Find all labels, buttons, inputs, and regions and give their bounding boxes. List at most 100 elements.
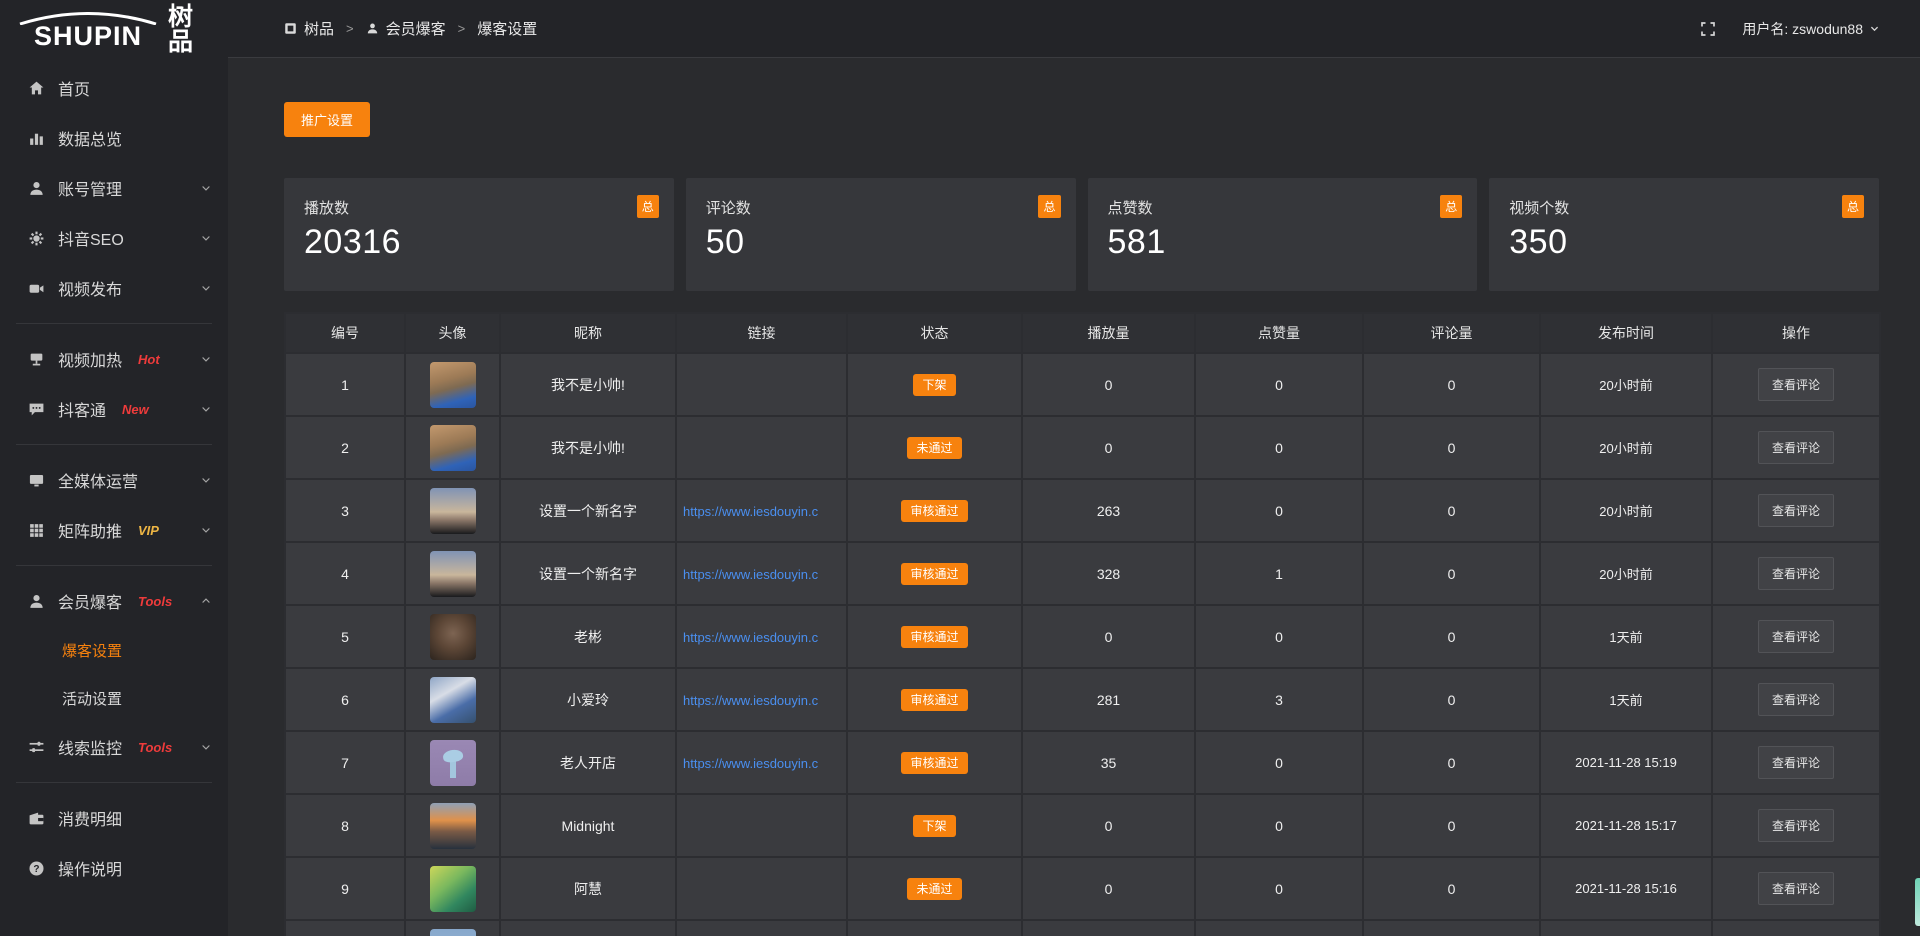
table-row-partial bbox=[285, 920, 1880, 936]
sidebar-item-operation-guide[interactable]: ? 操作说明 bbox=[0, 843, 228, 893]
cell-id: 9 bbox=[285, 857, 405, 920]
sidebar-item-lead-monitor[interactable]: 线索监控 Tools bbox=[0, 722, 228, 772]
svg-text:?: ? bbox=[33, 863, 39, 874]
cell-plays: 328 bbox=[1022, 542, 1195, 605]
cell-id: 4 bbox=[285, 542, 405, 605]
sidebar-item-matrix-boost[interactable]: 矩阵助推 VIP bbox=[0, 505, 228, 555]
cell-comments: 0 bbox=[1363, 605, 1540, 668]
view-comments-button[interactable]: 查看评论 bbox=[1758, 368, 1834, 401]
table-row: 7 老人开店 https://www.iesdouyin.c 审核通过 35 0… bbox=[285, 731, 1880, 794]
total-badge: 总 bbox=[637, 195, 659, 218]
sidebar-item-video-publish[interactable]: 视频发布 bbox=[0, 263, 228, 313]
breadcrumb-item-member-baoke[interactable]: 会员爆客 bbox=[366, 18, 446, 39]
stat-value: 581 bbox=[1108, 223, 1458, 262]
sidebar-item-label: 消费明细 bbox=[58, 806, 122, 830]
sidebar-item-label: 操作说明 bbox=[58, 856, 122, 880]
sidebar-item-video-heat[interactable]: 视频加热 Hot bbox=[0, 334, 228, 384]
view-comments-button[interactable]: 查看评论 bbox=[1758, 557, 1834, 590]
cell-nickname: Midnight bbox=[500, 794, 676, 857]
video-link[interactable]: https://www.iesdouyin.c bbox=[683, 756, 818, 771]
col-header-actions: 操作 bbox=[1712, 313, 1880, 353]
cell-nickname bbox=[500, 920, 676, 936]
breadcrumb-item-shupin[interactable]: 树品 bbox=[284, 18, 334, 39]
promotion-settings-button[interactable]: 推广设置 bbox=[284, 102, 370, 137]
question-circle-icon: ? bbox=[26, 858, 46, 878]
view-comments-button[interactable]: 查看评论 bbox=[1758, 431, 1834, 464]
stat-cards: 播放数 20316 总 评论数 50 总 点赞数 581 总 视频个数 350 … bbox=[284, 178, 1879, 291]
sidebar-item-account-management[interactable]: 账号管理 bbox=[0, 163, 228, 213]
view-comments-button[interactable]: 查看评论 bbox=[1758, 809, 1834, 842]
status-badge: 审核通过 bbox=[901, 626, 967, 648]
sidebar-item-member-baoke[interactable]: 会员爆客 Tools bbox=[0, 576, 228, 626]
scrollbar-thumb[interactable] bbox=[1915, 878, 1920, 926]
sidebar-item-label: 视频加热 bbox=[58, 347, 122, 371]
view-comments-button[interactable]: 查看评论 bbox=[1758, 872, 1834, 905]
video-link[interactable]: https://www.iesdouyin.c bbox=[683, 567, 818, 582]
view-comments-button[interactable]: 查看评论 bbox=[1758, 746, 1834, 779]
stat-card-videos: 视频个数 350 总 bbox=[1489, 178, 1879, 291]
status-badge: 未通过 bbox=[907, 878, 961, 900]
avatar bbox=[430, 677, 476, 723]
monitor-icon bbox=[26, 470, 46, 490]
sidebar-item-media-operation[interactable]: 全媒体运营 bbox=[0, 455, 228, 505]
cell-likes: 0 bbox=[1195, 416, 1363, 479]
sidebar-subitem-baoke-settings[interactable]: 爆客设置 bbox=[0, 626, 228, 674]
cell-likes: 0 bbox=[1195, 857, 1363, 920]
table-header-row: 编号 头像 昵称 链接 状态 播放量 点赞量 评论量 发布时间 操作 bbox=[285, 313, 1880, 353]
sidebar-divider bbox=[16, 323, 212, 324]
stat-value: 350 bbox=[1509, 223, 1859, 262]
stat-card-plays: 播放数 20316 总 bbox=[284, 178, 674, 291]
table-row: 9 阿慧 未通过 0 0 0 2021-11-28 15:16 查看评论 bbox=[285, 857, 1880, 920]
chat-bubble-icon bbox=[26, 399, 46, 419]
tools-badge: Tools bbox=[138, 740, 172, 755]
view-comments-button[interactable]: 查看评论 bbox=[1758, 494, 1834, 527]
chevron-down-icon bbox=[200, 232, 212, 244]
video-link[interactable]: https://www.iesdouyin.c bbox=[683, 693, 818, 708]
cell-publish-time: 20小时前 bbox=[1540, 416, 1712, 479]
status-badge: 下架 bbox=[913, 374, 955, 396]
cell-likes: 0 bbox=[1195, 479, 1363, 542]
home-icon bbox=[26, 78, 46, 98]
status-badge: 审核通过 bbox=[901, 563, 967, 585]
col-header-likes: 点赞量 bbox=[1195, 313, 1363, 353]
sidebar-subitem-activity-settings[interactable]: 活动设置 bbox=[0, 674, 228, 722]
video-link[interactable]: https://www.iesdouyin.c bbox=[683, 630, 818, 645]
video-link[interactable]: https://www.iesdouyin.c bbox=[683, 504, 818, 519]
cell-comments: 0 bbox=[1363, 794, 1540, 857]
sidebar-item-data-overview[interactable]: 数据总览 bbox=[0, 113, 228, 163]
sidebar-item-label: 矩阵助推 bbox=[58, 518, 122, 542]
user-icon bbox=[366, 22, 379, 35]
avatar bbox=[430, 614, 476, 660]
user-menu[interactable]: 用户名: zswodun88 bbox=[1742, 19, 1880, 39]
view-comments-button[interactable]: 查看评论 bbox=[1758, 620, 1834, 653]
sidebar-item-home[interactable]: 首页 bbox=[0, 63, 228, 113]
sidebar-item-label: 视频发布 bbox=[58, 276, 122, 300]
topbar-right: 用户名: zswodun88 bbox=[1700, 19, 1880, 39]
avatar bbox=[430, 866, 476, 912]
sidebar-item-consumption-detail[interactable]: 消费明细 bbox=[0, 793, 228, 843]
cell-comments: 0 bbox=[1363, 857, 1540, 920]
tools-badge: Tools bbox=[138, 594, 172, 609]
status-badge: 审核通过 bbox=[901, 752, 967, 774]
sidebar-item-doukotong[interactable]: 抖客通 New bbox=[0, 384, 228, 434]
col-header-avatar: 头像 bbox=[405, 313, 500, 353]
chevron-down-icon bbox=[200, 474, 212, 486]
view-comments-button[interactable]: 查看评论 bbox=[1758, 683, 1834, 716]
table-row: 6 小爱玲 https://www.iesdouyin.c 审核通过 281 3… bbox=[285, 668, 1880, 731]
status-badge: 下架 bbox=[913, 815, 955, 837]
chevron-down-icon bbox=[200, 403, 212, 415]
sidebar-item-douyin-seo[interactable]: 抖音SEO bbox=[0, 213, 228, 263]
fullscreen-icon[interactable] bbox=[1700, 21, 1716, 37]
cell-id: 7 bbox=[285, 731, 405, 794]
chevron-up-icon bbox=[200, 595, 212, 607]
cell-plays: 281 bbox=[1022, 668, 1195, 731]
cell-plays: 0 bbox=[1022, 794, 1195, 857]
topbar: 树品 > 会员爆客 > 爆客设置 用户名: zswodun88 bbox=[228, 0, 1920, 58]
cell-likes: 0 bbox=[1195, 794, 1363, 857]
avatar bbox=[430, 488, 476, 534]
breadcrumb: 树品 > 会员爆客 > 爆客设置 bbox=[284, 18, 537, 39]
user-icon bbox=[26, 178, 46, 198]
col-header-plays: 播放量 bbox=[1022, 313, 1195, 353]
cell-likes: 0 bbox=[1195, 731, 1363, 794]
cell-id: 8 bbox=[285, 794, 405, 857]
